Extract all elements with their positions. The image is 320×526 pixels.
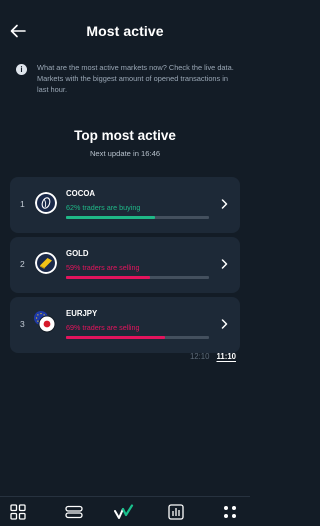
asset-status: 62% traders are buying — [66, 203, 141, 212]
chevron-right-icon — [219, 257, 229, 271]
cocoa-bean-icon — [35, 192, 57, 214]
info-banner: i What are the most active markets now? … — [0, 62, 250, 95]
rank-number: 3 — [20, 319, 25, 329]
list-item-gold: 2 GOLD 59% traders are selling — [0, 237, 250, 293]
grid-icon — [10, 504, 26, 520]
rank-number: 1 — [20, 199, 25, 209]
section-title: Top most active — [74, 128, 176, 143]
nav-markets-button[interactable] — [8, 503, 28, 521]
asset-status: 69% traders are selling — [66, 323, 140, 332]
chevron-right-icon — [219, 197, 229, 211]
brand-logo-icon — [114, 504, 134, 519]
asset-name: COCOA — [66, 189, 96, 198]
gold-bar-icon — [35, 252, 57, 274]
nav-positions-button[interactable] — [64, 503, 84, 521]
sentiment-bar — [66, 276, 209, 279]
sentiment-bar-fill — [66, 276, 151, 279]
dots-icon — [224, 506, 236, 518]
asset-status: 59% traders are selling — [66, 263, 140, 272]
asset-name: EURJPY — [66, 309, 98, 318]
list-item-eurjpy: 3 EURJPY 69% traders are selling — [0, 297, 250, 353]
bottom-nav — [0, 496, 250, 526]
nav-more-button[interactable] — [220, 503, 240, 521]
asset-name: GOLD — [66, 249, 89, 258]
time-tab-11-10[interactable]: 11:10 — [216, 352, 236, 361]
page-title: Most active — [86, 23, 164, 39]
sentiment-bar — [66, 216, 209, 219]
arrow-left-icon — [10, 24, 26, 38]
eur-jpy-flags-icon — [34, 311, 57, 334]
header-bar: Most active — [0, 0, 250, 62]
list-item-cocoa: 1 COCOA 62% traders are buying — [0, 177, 250, 233]
most-active-list: 1 COCOA 62% traders are buying 2 GOLD 59… — [0, 177, 250, 353]
info-icon: i — [16, 64, 27, 75]
sentiment-bar-fill — [66, 216, 155, 219]
back-button[interactable] — [9, 21, 27, 41]
next-update-text: Next update in 16:46 — [89, 149, 161, 158]
time-tabs: 12:10 11:10 — [190, 352, 236, 361]
chevron-right-icon — [219, 317, 229, 331]
sentiment-bar-fill — [66, 336, 165, 339]
time-tab-12-10[interactable]: 12:10 — [190, 352, 210, 361]
nav-portfolio-button[interactable] — [166, 503, 186, 521]
info-text: What are the most active markets now? Ch… — [37, 63, 234, 94]
bar-chart-icon — [168, 504, 184, 520]
stacked-rows-icon — [65, 505, 83, 519]
nav-home-button[interactable] — [114, 503, 134, 521]
rank-number: 2 — [20, 259, 25, 269]
sentiment-bar — [66, 336, 209, 339]
